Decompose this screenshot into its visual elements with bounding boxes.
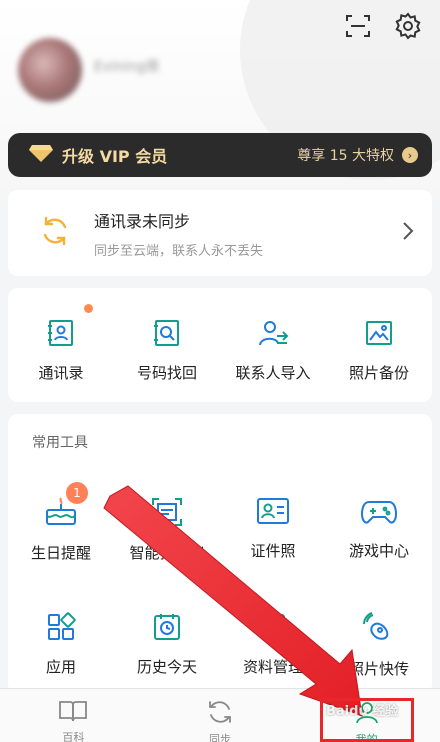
vip-title: 升级 VIP 会员 xyxy=(62,147,168,166)
chevron-right-icon xyxy=(402,221,414,246)
tool-history-today[interactable]: 历史今天 xyxy=(114,612,220,679)
sync-icon xyxy=(206,699,234,729)
tool-smart-scanner[interactable]: 智能扫描仪 xyxy=(114,496,220,563)
tool-label: 证件照 xyxy=(250,542,296,560)
tool-game-center[interactable]: 游戏中心 xyxy=(326,496,432,563)
vip-banner[interactable]: 升级 VIP 会员 尊享 15 大特权 › xyxy=(8,133,432,177)
feature-label: 号码找回 xyxy=(136,364,197,382)
tool-id-photo[interactable]: 证件照 xyxy=(220,496,326,563)
diamond-icon xyxy=(28,143,54,167)
section-title: 常用工具 xyxy=(32,435,88,451)
chevron-right-icon: › xyxy=(402,147,418,163)
gamepad-icon xyxy=(360,496,398,530)
tool-birthday-reminder[interactable]: 1 生日提醒 xyxy=(8,482,114,563)
sync-subtitle: 同步至云端，联系人永不丢失 xyxy=(94,243,264,259)
tool-label: 资料管理 xyxy=(242,658,303,676)
apps-icon xyxy=(46,612,76,646)
history-today-icon xyxy=(152,612,182,646)
avatar[interactable] xyxy=(18,38,82,102)
tab-sync[interactable]: 同步 xyxy=(147,689,294,742)
contact-import-icon xyxy=(257,318,289,352)
tool-label: 游戏中心 xyxy=(348,542,409,560)
tool-label: 历史今天 xyxy=(136,658,197,676)
id-photo-icon xyxy=(256,496,290,530)
notification-dot xyxy=(84,304,93,313)
feature-label: 通讯录 xyxy=(38,364,84,382)
feature-label: 照片备份 xyxy=(348,364,409,382)
tab-label: 百科 xyxy=(62,731,85,742)
tools-row: 1 生日提醒 智能扫描仪 证件照 游戏中心 xyxy=(8,482,432,563)
contacts-icon xyxy=(46,318,76,352)
photo-backup-icon xyxy=(364,318,394,352)
number-recover-icon xyxy=(152,318,182,352)
username[interactable]: Evining夜 xyxy=(94,56,160,76)
feature-grid: 通讯录 号码找回 联系人导入 照片备份 xyxy=(8,288,432,402)
tool-data-manage[interactable]: 资料管理 xyxy=(220,612,326,679)
top-action-bar xyxy=(342,10,424,42)
tools-card: 常用工具 1 生日提醒 智能扫描仪 证件照 游戏中心 应用 历史今天 资料管理 … xyxy=(8,414,432,694)
watermark: Baidu 经验 xyxy=(326,704,399,719)
feature-label: 联系人导入 xyxy=(235,364,311,382)
tab-label: 同步 xyxy=(209,733,231,742)
settings-gear-icon[interactable] xyxy=(392,10,424,42)
tool-photo-transfer[interactable]: 照片快传 xyxy=(326,612,432,679)
notification-badge: 1 xyxy=(66,482,88,504)
book-icon xyxy=(58,699,88,727)
sync-icon xyxy=(38,214,72,252)
tool-label: 照片快传 xyxy=(348,660,409,678)
feature-number-recover[interactable]: 号码找回 xyxy=(114,288,220,402)
tools-row: 应用 历史今天 资料管理 照片快传 xyxy=(8,612,432,679)
scan-icon[interactable] xyxy=(342,10,374,42)
feature-photo-backup[interactable]: 照片备份 xyxy=(326,288,432,402)
feature-contacts[interactable]: 通讯录 xyxy=(8,288,114,402)
data-manage-icon xyxy=(258,612,288,646)
photo-transfer-icon xyxy=(363,612,395,648)
tool-apps[interactable]: 应用 xyxy=(8,612,114,679)
tab-encyclopedia[interactable]: 百科 xyxy=(0,689,147,742)
smart-scanner-icon xyxy=(150,496,184,532)
feature-contact-import[interactable]: 联系人导入 xyxy=(220,288,326,402)
sync-card[interactable]: 通讯录未同步 同步至云端，联系人永不丢失 xyxy=(8,190,432,276)
tool-label: 智能扫描仪 xyxy=(129,544,205,562)
tool-label: 应用 xyxy=(45,658,76,676)
tool-label: 生日提醒 xyxy=(30,544,91,562)
vip-privilege-text: 尊享 15 大特权 xyxy=(297,148,394,164)
sync-title: 通讯录未同步 xyxy=(94,211,191,231)
